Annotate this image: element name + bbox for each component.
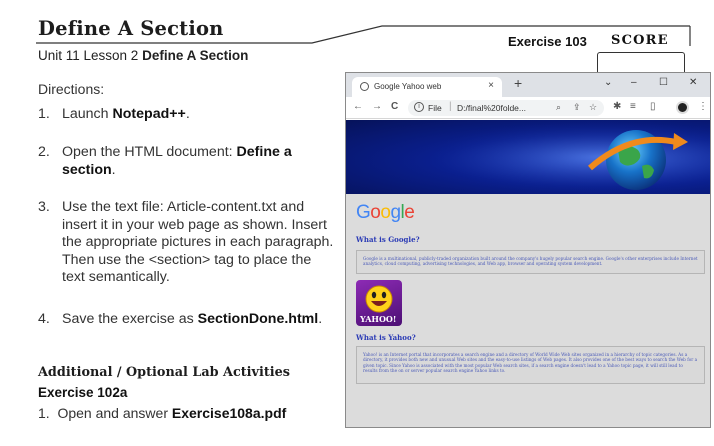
step-bold: Notepad++: [112, 106, 186, 122]
step-text: Open the HTML document:: [62, 144, 237, 160]
step-number: 2.: [38, 144, 50, 160]
google-letter: g: [390, 202, 401, 223]
step-after: .: [318, 311, 323, 327]
step-text: Save the exercise as: [62, 311, 198, 327]
google-letter: o: [380, 202, 391, 223]
additional-step-1: 1. Open and answer Exercise108a.pdf: [38, 405, 286, 421]
close-tab-icon[interactable]: ×: [488, 80, 494, 91]
back-button[interactable]: ←: [353, 101, 363, 112]
direction-step-2: 2. Open the HTML document: Define a sect…: [38, 144, 338, 179]
address-url: D:/final%20folde...: [457, 103, 526, 113]
zoom-icon[interactable]: ⌕: [556, 102, 561, 113]
share-icon[interactable]: ⇪: [573, 102, 581, 113]
google-paragraph: Google is a multinational, publicly-trad…: [356, 250, 705, 274]
globe-illustration: [346, 120, 710, 194]
step-text: Open and answer: [57, 405, 172, 421]
browser-window: Google Yahoo web × + ⌄ – ☐ ✕ ← → C i Fil…: [345, 72, 711, 428]
address-separator: |: [449, 101, 452, 112]
direction-step-3: 3. Use the text file: Article-content.tx…: [38, 199, 338, 287]
yahoo-logo: YAHOO!: [356, 280, 402, 326]
direction-step-4: 4. Save the exercise as SectionDone.html…: [38, 311, 338, 329]
forward-button[interactable]: →: [372, 101, 382, 112]
direction-step-1: 1. Launch Notepad++.: [38, 106, 338, 124]
address-scheme: File: [428, 103, 442, 113]
yahoo-heading: What is Yahoo?: [356, 333, 416, 342]
lesson-subtitle: Unit 11 Lesson 2 Define A Section: [38, 48, 248, 63]
step-bold: SectionDone.html: [197, 311, 319, 327]
browser-toolbar: ← → C i File | D:/final%20folde... ⌕ ⇪ ☆…: [346, 97, 710, 119]
step-text: Use the text file: Article-content.txt a…: [62, 199, 334, 285]
close-window-button[interactable]: ✕: [689, 77, 697, 88]
additional-activities-heading: Additional / Optional Lab Activities: [38, 365, 290, 380]
score-box: [597, 52, 685, 72]
browser-tab[interactable]: Google Yahoo web ×: [352, 77, 502, 97]
exercise-102a-label: Exercise 102a: [38, 385, 128, 400]
google-letter: G: [356, 202, 371, 223]
menu-icon[interactable]: ⋮: [698, 101, 708, 112]
tab-search-icon[interactable]: ⌄: [604, 77, 612, 88]
address-bar[interactable]: i File | D:/final%20folde... ⌕ ⇪ ☆: [408, 100, 604, 116]
step-text: Launch: [62, 106, 113, 122]
yahoo-logo-text: YAHOO!: [360, 314, 397, 324]
maximize-button[interactable]: ☐: [659, 77, 668, 88]
google-letter: o: [370, 202, 381, 223]
extensions-icon[interactable]: ✱: [613, 101, 621, 112]
exercise-number: Exercise 103: [508, 34, 587, 49]
tab-bar: Google Yahoo web × + ⌄ – ☐ ✕: [346, 73, 710, 97]
step-bold: Exercise108a.pdf: [171, 405, 287, 421]
side-panel-icon[interactable]: ▯: [650, 101, 656, 112]
google-letter: e: [404, 202, 415, 223]
reading-list-icon[interactable]: ≡: [630, 101, 636, 112]
minimize-button[interactable]: –: [631, 77, 637, 88]
google-heading: What is Google?: [356, 235, 420, 244]
reload-button[interactable]: C: [391, 101, 398, 112]
step-number: 1.: [38, 405, 50, 421]
google-logo: Google: [356, 202, 415, 224]
score-label: SCORE: [611, 33, 669, 48]
tab-title: Google Yahoo web: [374, 82, 442, 91]
subtitle-bold: Define A Section: [142, 48, 249, 63]
globe-banner: [346, 120, 710, 194]
step-after: .: [111, 161, 116, 178]
step-after: .: [185, 106, 190, 122]
new-tab-button[interactable]: +: [514, 75, 522, 91]
profile-icon[interactable]: [676, 101, 689, 114]
subtitle-prefix: Unit 11 Lesson 2: [38, 48, 139, 63]
step-number: 3.: [38, 199, 50, 215]
info-icon[interactable]: i: [414, 102, 424, 112]
step-number: 4.: [38, 311, 50, 327]
yahoo-paragraph: Yahoo! is an Internet portal that incorp…: [356, 346, 705, 384]
globe-icon: [360, 82, 369, 91]
directions-heading: Directions:: [38, 81, 105, 97]
step-number: 1.: [38, 106, 50, 122]
web-page-content: Google What is Google? Google is a multi…: [346, 120, 710, 427]
star-icon[interactable]: ☆: [589, 102, 597, 113]
